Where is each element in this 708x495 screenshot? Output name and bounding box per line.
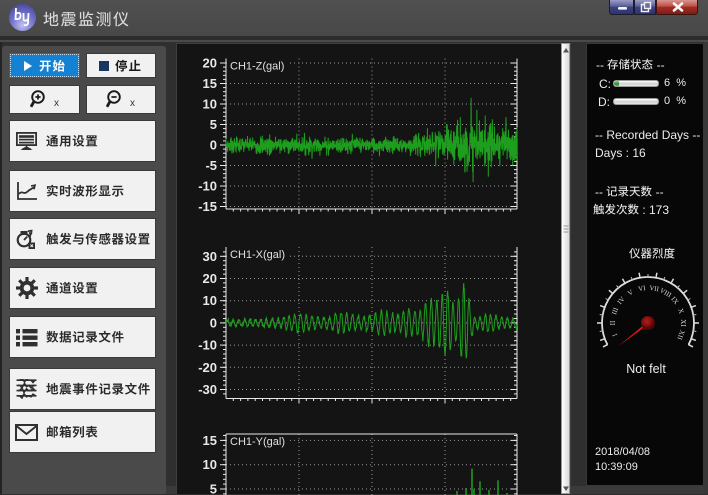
svg-text:XI: XI bbox=[679, 319, 687, 327]
svg-text:10: 10 bbox=[203, 97, 217, 112]
svg-text:0: 0 bbox=[210, 315, 217, 330]
svg-text:CH1-Z(gal): CH1-Z(gal) bbox=[230, 61, 284, 73]
svg-text:5: 5 bbox=[210, 117, 217, 132]
svg-text:20: 20 bbox=[203, 56, 217, 71]
svg-text:-15: -15 bbox=[198, 199, 217, 214]
svg-text:VI: VI bbox=[638, 284, 647, 293]
svg-text:10: 10 bbox=[203, 293, 217, 308]
svg-text:CH1-Y(gal): CH1-Y(gal) bbox=[230, 436, 285, 448]
svg-text:-10: -10 bbox=[198, 179, 217, 194]
svg-text:II: II bbox=[609, 320, 617, 325]
svg-text:V: V bbox=[626, 288, 634, 297]
svg-text:20: 20 bbox=[203, 271, 217, 286]
svg-text:X: X bbox=[676, 307, 685, 314]
svg-text:30: 30 bbox=[203, 249, 217, 264]
svg-text:XII: XII bbox=[675, 329, 686, 341]
svg-text:IV: IV bbox=[616, 295, 627, 306]
svg-text:15: 15 bbox=[203, 433, 217, 448]
svg-text:-10: -10 bbox=[198, 338, 217, 353]
svg-text:-20: -20 bbox=[198, 360, 217, 375]
svg-text:-5: -5 bbox=[205, 158, 217, 173]
svg-text:10: 10 bbox=[203, 457, 217, 472]
svg-text:15: 15 bbox=[203, 76, 217, 91]
svg-text:III: III bbox=[610, 306, 620, 316]
svg-text:0: 0 bbox=[210, 138, 217, 153]
svg-text:IX: IX bbox=[669, 295, 680, 306]
svg-text:I: I bbox=[611, 332, 620, 338]
svg-text:5: 5 bbox=[210, 482, 217, 495]
svg-text:-30: -30 bbox=[198, 382, 217, 397]
svg-text:CH1-X(gal): CH1-X(gal) bbox=[230, 249, 285, 261]
